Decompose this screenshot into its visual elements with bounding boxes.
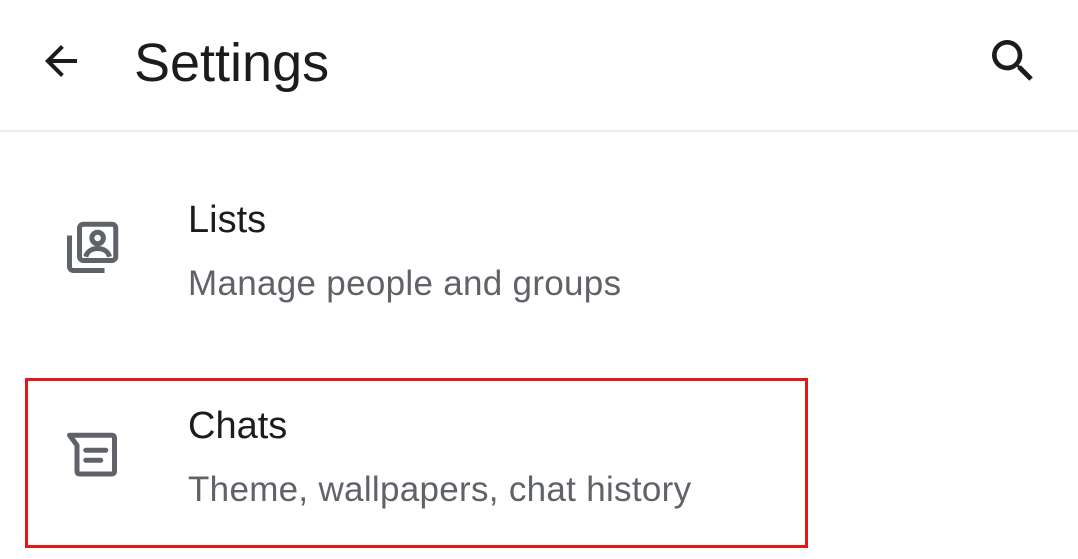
- settings-item-lists[interactable]: Lists Manage people and groups: [0, 170, 1078, 340]
- contact-list-icon: [62, 218, 122, 278]
- settings-item-title: Lists: [188, 199, 267, 241]
- settings-item-chats[interactable]: Chats Theme, wallpapers, chat history: [0, 376, 1078, 546]
- arrow-back-icon: [37, 37, 85, 90]
- search-button[interactable]: [980, 30, 1046, 96]
- back-button[interactable]: [28, 30, 94, 96]
- settings-item-subtitle: Theme, wallpapers, chat history: [188, 470, 692, 509]
- top-app-bar: Settings: [0, 0, 1078, 132]
- settings-screen: Settings Lists Manage people and groups: [0, 0, 1078, 559]
- page-title: Settings: [134, 33, 330, 93]
- chat-icon: [62, 424, 122, 484]
- settings-item-title: Chats: [188, 405, 288, 447]
- search-icon: [985, 33, 1041, 94]
- settings-item-subtitle: Manage people and groups: [188, 264, 622, 303]
